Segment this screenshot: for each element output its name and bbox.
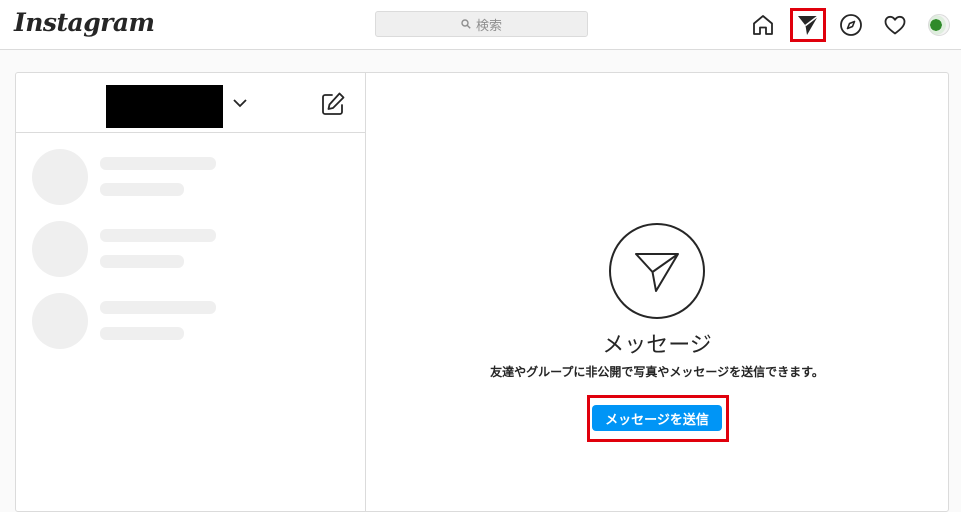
- message-empty-state: メッセージ 友達やグループに非公開で写真やメッセージを送信できます。 メッセージ…: [366, 73, 948, 511]
- top-navigation-bar: Instagram 検索: [0, 0, 961, 50]
- skeleton-line: [100, 255, 184, 268]
- empty-state-subtitle: 友達やグループに非公開で写真やメッセージを送信できます。: [490, 365, 824, 379]
- skeleton-avatar: [32, 293, 88, 349]
- skeleton-avatar: [32, 221, 88, 277]
- search-input[interactable]: 検索: [375, 11, 588, 37]
- search-placeholder: 検索: [475, 18, 502, 34]
- account-switcher-redacted[interactable]: [106, 85, 223, 128]
- skeleton-avatar: [32, 149, 88, 205]
- skeleton-line: [100, 157, 216, 170]
- direct-message-highlight: [790, 8, 826, 42]
- empty-state-title: メッセージ: [602, 333, 712, 358]
- skeleton-line: [100, 327, 184, 340]
- conversation-skeleton-row: [32, 221, 352, 277]
- conversation-skeleton-row: [32, 149, 352, 205]
- direct-message-large-icon: [609, 223, 705, 319]
- skeleton-line: [100, 229, 216, 242]
- profile-avatar[interactable]: [928, 14, 950, 36]
- send-message-button[interactable]: メッセージを送信: [592, 405, 722, 431]
- activity-heart-icon[interactable]: [883, 13, 907, 37]
- explore-icon[interactable]: [839, 13, 863, 37]
- inbox-header: [16, 73, 365, 133]
- conversation-list-pane: [16, 73, 366, 511]
- skeleton-line: [100, 301, 216, 314]
- direct-inbox-container: メッセージ 友達やグループに非公開で写真やメッセージを送信できます。 メッセージ…: [15, 72, 949, 512]
- search-icon: [461, 19, 471, 29]
- instagram-logo[interactable]: Instagram: [14, 8, 155, 37]
- conversation-skeleton-row: [32, 293, 352, 349]
- skeleton-line: [100, 183, 184, 196]
- chevron-down-icon[interactable]: [232, 95, 248, 111]
- new-message-icon[interactable]: [320, 91, 346, 117]
- home-icon[interactable]: [751, 13, 775, 37]
